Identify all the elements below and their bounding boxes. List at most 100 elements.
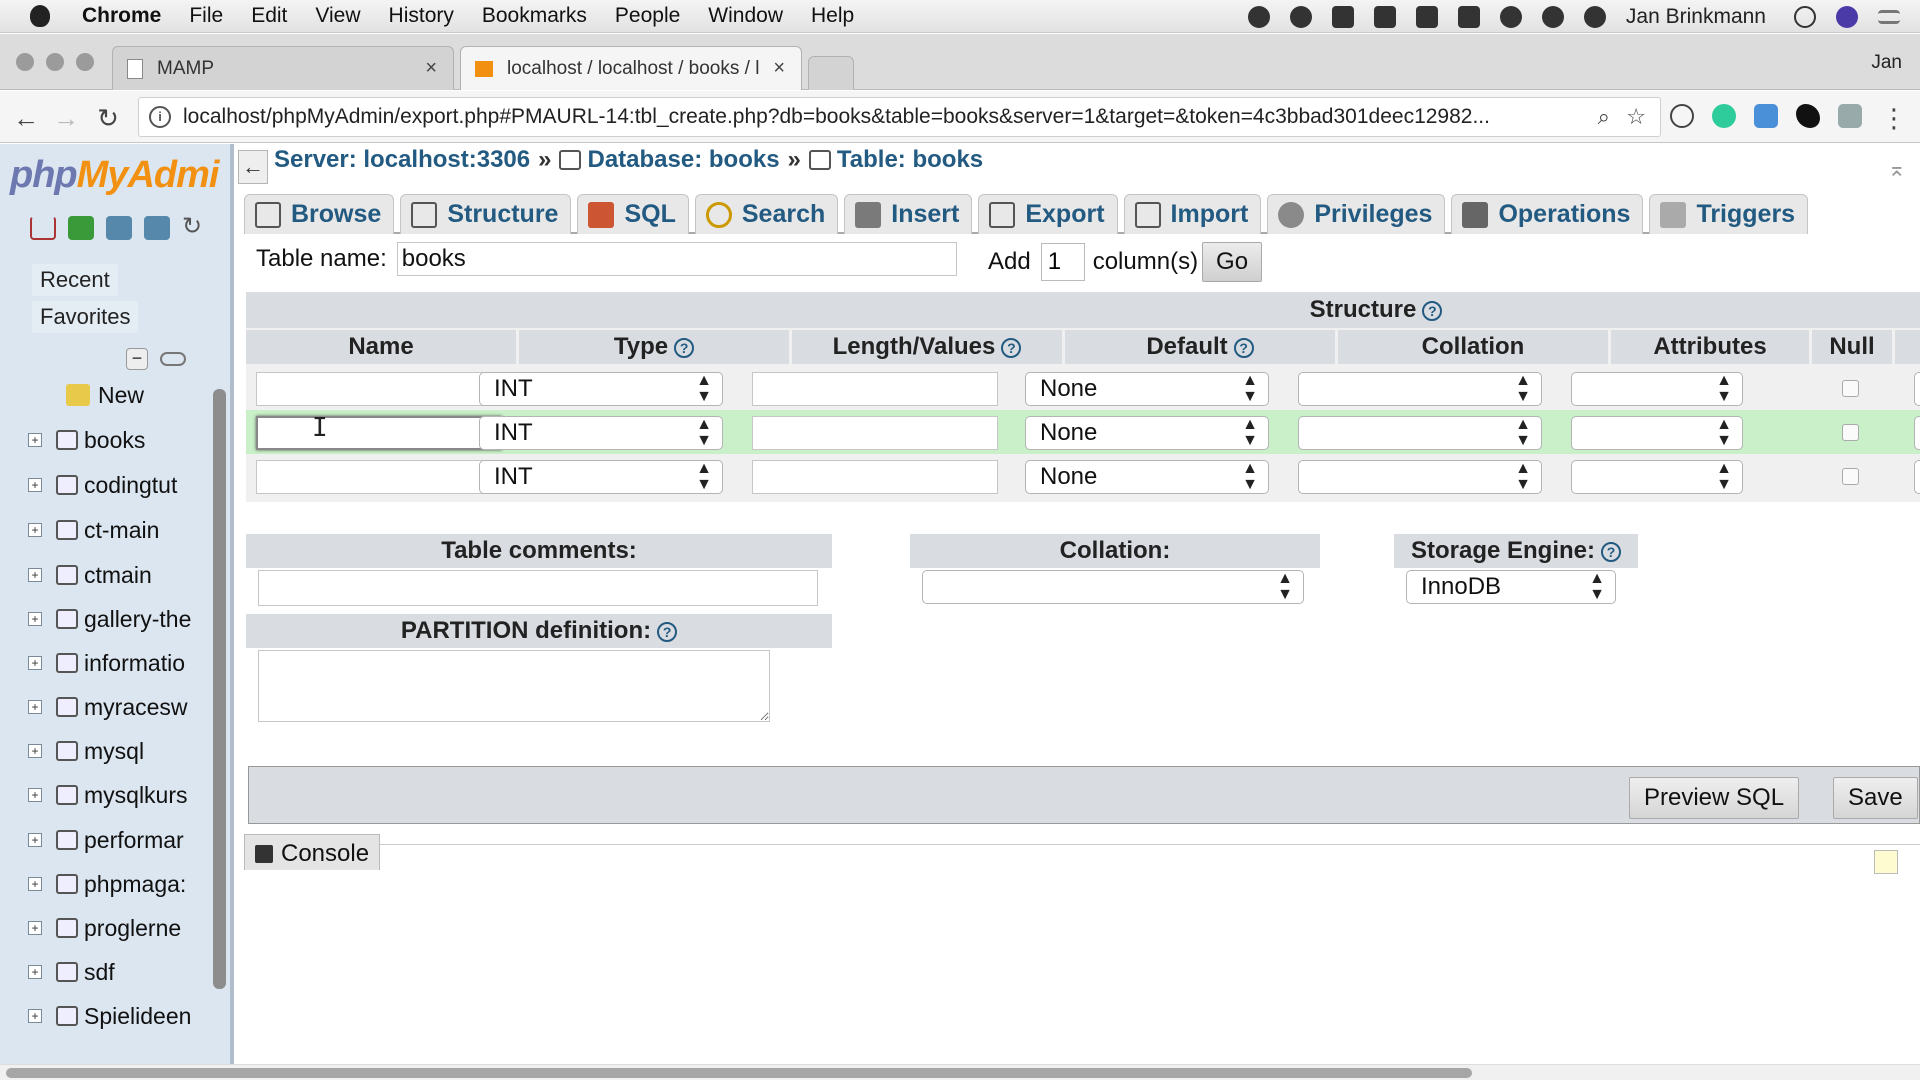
tree-item-db[interactable]: + informatio — [28, 648, 185, 678]
breadcrumb-database[interactable]: Database: books — [587, 146, 779, 174]
storage-engine-select[interactable]: InnoDB ▲ ▼ — [1406, 570, 1616, 604]
index-select[interactable] — [1914, 460, 1920, 494]
column-name-input[interactable] — [256, 372, 502, 406]
address-bar[interactable]: i localhost/phpMyAdmin/export.php#PMAURL… — [138, 97, 1661, 137]
camera-icon[interactable] — [1457, 5, 1480, 28]
1password-icon[interactable] — [1289, 5, 1312, 28]
menu-chrome[interactable]: Chrome — [82, 4, 161, 28]
menu-view[interactable]: View — [315, 4, 360, 28]
chrome-menu-icon[interactable]: ⋮ — [1880, 103, 1908, 134]
expand-icon[interactable]: + — [28, 612, 42, 626]
bookmark-star-icon[interactable]: ☆ — [1626, 104, 1646, 130]
table-collation-select[interactable]: ▲ ▼ — [922, 570, 1304, 604]
expand-icon[interactable]: + — [28, 1009, 42, 1023]
menubar-user[interactable]: Jan Brinkmann — [1626, 5, 1766, 29]
browser-tab-phpmyadmin[interactable]: localhost / localhost / books / l × — [460, 46, 802, 90]
spotlight-search-icon[interactable] — [1794, 5, 1816, 28]
index-select[interactable] — [1914, 372, 1920, 406]
reload-icon[interactable]: ↻ — [94, 103, 122, 134]
expand-icon[interactable]: + — [28, 788, 42, 802]
column-default-select[interactable]: None ▲ ▼ — [1025, 372, 1269, 406]
tab-export[interactable]: Export — [978, 194, 1118, 234]
menu-bookmarks[interactable]: Bookmarks — [482, 4, 587, 28]
tab-close-icon[interactable]: × — [773, 57, 785, 80]
sql-query-window-icon[interactable] — [68, 216, 94, 240]
tab-close-icon[interactable]: × — [425, 57, 437, 80]
help-icon[interactable]: ? — [1233, 337, 1254, 358]
console-toggle[interactable]: Console — [244, 834, 381, 870]
chat-icon[interactable] — [1541, 5, 1564, 28]
favorite-tables-button[interactable]: Favorites — [32, 301, 139, 333]
save-button[interactable]: Save — [1833, 777, 1918, 819]
notification-center-icon[interactable] — [1878, 9, 1900, 24]
expand-icon[interactable]: + — [28, 523, 42, 537]
tree-item-db[interactable]: + codingtut — [28, 470, 177, 500]
tab-sql[interactable]: SQL — [577, 194, 689, 234]
link-with-main-panel-icon[interactable] — [160, 352, 186, 366]
tree-item-new[interactable]: New — [66, 380, 144, 410]
recent-tables-button[interactable]: Recent — [32, 264, 118, 296]
help-icon[interactable]: ? — [674, 337, 695, 358]
expand-icon[interactable]: + — [28, 877, 42, 891]
column-type-select[interactable]: INT ▲ ▼ — [479, 460, 723, 494]
tree-item-db[interactable]: + ctmain — [28, 560, 152, 590]
url-text[interactable]: localhost/phpMyAdmin/export.php#PMAURL-1… — [183, 105, 1593, 129]
reload-nav-icon[interactable]: ↻ — [182, 215, 208, 240]
help-icon[interactable]: ? — [657, 621, 678, 642]
window-zoom-button[interactable] — [76, 53, 94, 71]
column-default-select[interactable]: None ▲ ▼ — [1025, 416, 1269, 450]
tree-item-db[interactable]: + gallery-the — [28, 604, 191, 634]
tab-privileges[interactable]: Privileges — [1267, 194, 1446, 234]
partition-definition-textarea[interactable] — [258, 650, 770, 722]
plus-cross-icon[interactable] — [1415, 5, 1438, 28]
m-extension-icon[interactable] — [1712, 104, 1736, 128]
tree-item-db[interactable]: + sdf — [28, 957, 115, 987]
tab-insert[interactable]: Insert — [844, 194, 973, 234]
column-type-select[interactable]: INT ▲ ▼ — [479, 372, 723, 406]
time-machine-icon[interactable] — [1583, 5, 1606, 28]
expand-icon[interactable]: + — [28, 568, 42, 582]
documentation-icon[interactable] — [106, 216, 132, 240]
column-collation-select[interactable]: ▲ ▼ — [1298, 416, 1542, 450]
collapse-all-icon[interactable]: − — [126, 348, 148, 370]
horizontal-scrollbar[interactable] — [0, 1064, 1920, 1080]
window-close-button[interactable] — [16, 53, 34, 71]
window-minimize-button[interactable] — [46, 53, 64, 71]
expand-icon[interactable]: + — [28, 833, 42, 847]
table-name-input[interactable] — [396, 242, 957, 276]
tree-item-db[interactable]: + books — [28, 425, 145, 455]
tab-browse[interactable]: Browse — [244, 194, 395, 234]
preview-sql-button[interactable]: Preview SQL — [1629, 777, 1800, 819]
table-comments-input[interactable] — [258, 570, 818, 606]
apple-icon[interactable] — [30, 5, 50, 27]
help-icon[interactable]: ? — [1601, 541, 1622, 562]
go-button[interactable]: Go — [1202, 242, 1263, 282]
phpmyadmin-logo[interactable]: phpMyAdmi — [10, 154, 219, 197]
menu-help[interactable]: Help — [811, 4, 854, 28]
expand-icon[interactable]: + — [28, 965, 42, 979]
tree-item-db[interactable]: + mysql — [28, 736, 144, 766]
menu-file[interactable]: File — [189, 4, 223, 28]
column-length-input[interactable] — [752, 416, 998, 450]
breadcrumb-server[interactable]: Server: localhost:3306 — [274, 146, 530, 174]
expand-icon[interactable]: + — [28, 744, 42, 758]
home-icon[interactable] — [30, 216, 56, 240]
menu-history[interactable]: History — [389, 4, 454, 28]
column-name-input[interactable] — [256, 460, 502, 494]
column-name-input[interactable] — [256, 416, 502, 450]
siri-icon[interactable] — [1836, 5, 1858, 28]
column-attributes-select[interactable]: ▲ ▼ — [1571, 416, 1743, 450]
expand-icon[interactable]: + — [28, 656, 42, 670]
new-tab-button[interactable] — [808, 56, 854, 90]
menu-people[interactable]: People — [615, 4, 680, 28]
tree-item-db[interactable]: + mysqlkurs — [28, 780, 188, 810]
scrollbar-thumb[interactable] — [6, 1068, 1472, 1078]
expand-icon[interactable]: + — [28, 433, 42, 447]
site-info-icon[interactable]: i — [149, 106, 171, 128]
tab-search[interactable]: Search — [694, 194, 839, 234]
window-extension-icon[interactable] — [1754, 104, 1778, 128]
column-attributes-select[interactable]: ▲ ▼ — [1571, 460, 1743, 494]
leaf-icon[interactable] — [1499, 5, 1522, 28]
tab-operations[interactable]: Operations — [1451, 194, 1644, 234]
tab-triggers[interactable]: Triggers — [1649, 194, 1809, 234]
